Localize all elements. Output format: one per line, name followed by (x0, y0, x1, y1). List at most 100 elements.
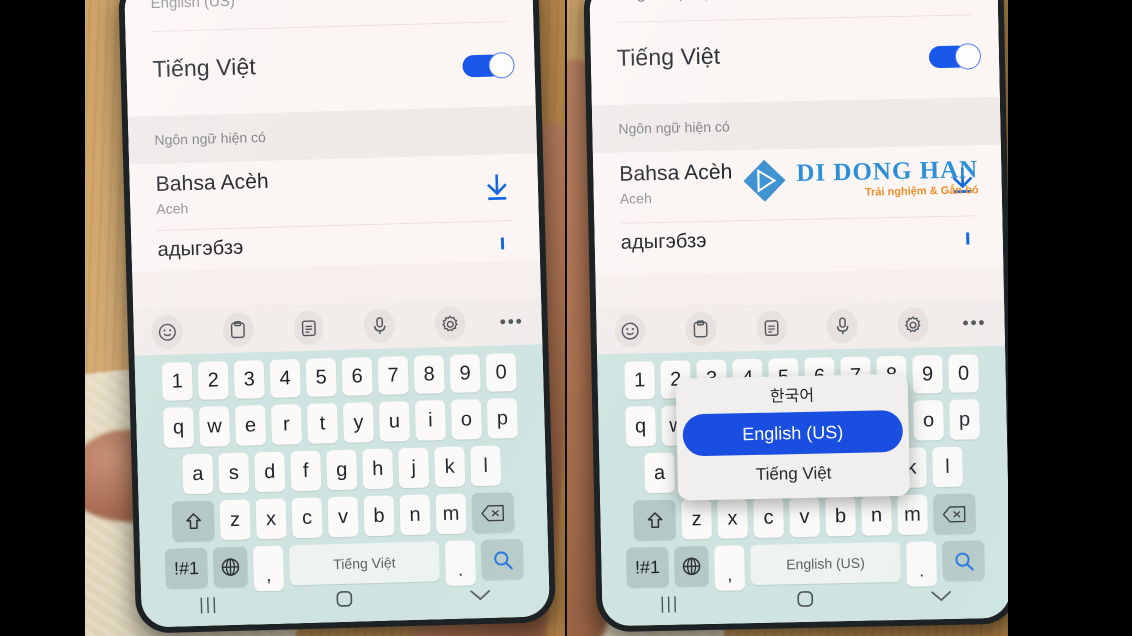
shift-key[interactable] (171, 500, 215, 542)
keyboard-row-q: q w e r t y u i o p (136, 397, 545, 448)
key-s[interactable]: s (218, 452, 250, 494)
download-icon[interactable] (965, 232, 971, 246)
settings-gear-icon[interactable] (434, 306, 467, 342)
microphone-icon[interactable] (826, 308, 859, 344)
key-b[interactable]: b (363, 495, 395, 537)
toggle-vietnamese[interactable] (462, 51, 515, 79)
hide-keyboard-button[interactable] (469, 587, 492, 607)
more-options-icon[interactable]: ••• (500, 312, 524, 333)
text-notes-icon[interactable] (292, 310, 325, 346)
keyboard-row-a: a s d f g h j k l (137, 444, 546, 495)
key-z[interactable]: z (681, 498, 712, 540)
emoji-icon[interactable] (614, 313, 646, 348)
key-i[interactable]: i (414, 400, 446, 441)
key-c[interactable]: c (291, 497, 323, 539)
microphone-icon[interactable] (363, 308, 396, 344)
key-v[interactable]: v (789, 496, 820, 538)
key-1[interactable]: 1 (624, 361, 656, 400)
key-0[interactable]: 0 (948, 354, 979, 393)
key-o[interactable]: o (913, 400, 944, 441)
search-key[interactable] (942, 540, 985, 582)
key-3[interactable]: 3 (233, 360, 265, 399)
toggle-vietnamese[interactable] (928, 43, 982, 70)
symbols-key[interactable]: !#1 (164, 547, 209, 589)
home-button[interactable] (334, 588, 355, 614)
backspace-key[interactable] (471, 492, 515, 534)
key-9[interactable]: 9 (449, 354, 481, 393)
download-icon[interactable] (499, 237, 505, 251)
popup-item-vietnamese[interactable]: Tiếng Việt (677, 452, 910, 497)
section-header-label: Ngôn ngữ hiện có (618, 118, 730, 137)
key-2[interactable]: 2 (197, 361, 229, 400)
symbols-key[interactable]: !#1 (626, 546, 669, 588)
globe-key[interactable] (212, 546, 248, 588)
key-4[interactable]: 4 (269, 359, 301, 398)
key-o[interactable]: o (450, 399, 482, 440)
shift-key[interactable] (633, 499, 676, 541)
toggle-knob (488, 51, 515, 79)
key-v[interactable]: v (327, 496, 359, 538)
key-q[interactable]: q (162, 407, 195, 448)
key-d[interactable]: d (254, 451, 286, 493)
key-n[interactable]: n (861, 495, 892, 536)
key-p[interactable]: p (949, 399, 980, 440)
recents-button[interactable]: ||| (199, 594, 219, 615)
keyboard-toolbar: ••• (596, 299, 1006, 355)
search-key[interactable] (480, 538, 524, 581)
settings-row-vietnamese[interactable]: Tiếng Việt (590, 14, 1000, 106)
key-x[interactable]: x (255, 498, 287, 540)
key-n[interactable]: n (399, 494, 431, 536)
key-a[interactable]: a (182, 453, 214, 495)
key-x[interactable]: x (717, 498, 748, 539)
key-0[interactable]: 0 (485, 353, 517, 392)
hide-keyboard-button[interactable] (930, 588, 952, 607)
key-k[interactable]: k (434, 446, 466, 488)
key-j[interactable]: j (398, 447, 430, 489)
keyboard-row-z: z x c v b n m (600, 493, 1008, 542)
key-y[interactable]: y (342, 402, 375, 443)
key-p[interactable]: p (486, 398, 518, 439)
key-8[interactable]: 8 (413, 355, 445, 394)
more-options-icon[interactable]: ••• (962, 313, 986, 333)
left-photo-panel: English (US) English (US) Tiếng Việt (85, 0, 566, 636)
settings-row-adygabza[interactable]: адыгэбзэ (594, 215, 1004, 265)
key-9[interactable]: 9 (912, 355, 943, 394)
recents-button[interactable]: ||| (660, 594, 680, 614)
key-z[interactable]: z (219, 499, 251, 541)
clipboard-icon[interactable] (222, 312, 254, 348)
clipboard-icon[interactable] (685, 311, 717, 347)
key-l[interactable]: l (470, 445, 502, 487)
globe-key[interactable] (674, 545, 709, 587)
backspace-key[interactable] (933, 493, 976, 535)
download-icon[interactable] (484, 172, 511, 203)
settings-row-bahsa-aceh[interactable]: Bahsa Acèh Aceh (592, 144, 1003, 224)
key-e[interactable]: e (234, 405, 267, 446)
settings-gear-icon[interactable] (897, 307, 930, 342)
key-m[interactable]: m (897, 494, 928, 536)
key-m[interactable]: m (435, 493, 467, 535)
key-h[interactable]: h (362, 448, 394, 490)
settings-row-bahsa-aceh[interactable]: Bahsa Acèh Aceh (129, 153, 539, 231)
key-q[interactable]: q (625, 406, 657, 447)
popup-item-korean[interactable]: 한국어 (676, 374, 909, 415)
emoji-icon[interactable] (151, 314, 184, 350)
settings-row-vietnamese[interactable]: Tiếng Việt (125, 21, 536, 117)
key-1[interactable]: 1 (161, 362, 193, 401)
key-w[interactable]: w (198, 406, 231, 447)
language-switch-popup[interactable]: 한국어 English (US) Tiếng Việt (675, 373, 911, 501)
popup-item-english-us[interactable]: English (US) (682, 409, 904, 457)
key-f[interactable]: f (290, 450, 322, 492)
key-a[interactable]: a (644, 452, 676, 494)
key-g[interactable]: g (326, 449, 358, 491)
key-5[interactable]: 5 (305, 358, 337, 397)
key-t[interactable]: t (306, 403, 339, 444)
text-notes-icon[interactable] (755, 310, 788, 345)
key-l[interactable]: l (932, 446, 963, 488)
key-7[interactable]: 7 (377, 356, 409, 395)
key-b[interactable]: b (825, 495, 856, 537)
key-r[interactable]: r (270, 404, 303, 445)
key-6[interactable]: 6 (341, 357, 373, 396)
key-u[interactable]: u (378, 401, 410, 442)
key-c[interactable]: c (753, 497, 784, 539)
home-button[interactable] (795, 588, 816, 613)
